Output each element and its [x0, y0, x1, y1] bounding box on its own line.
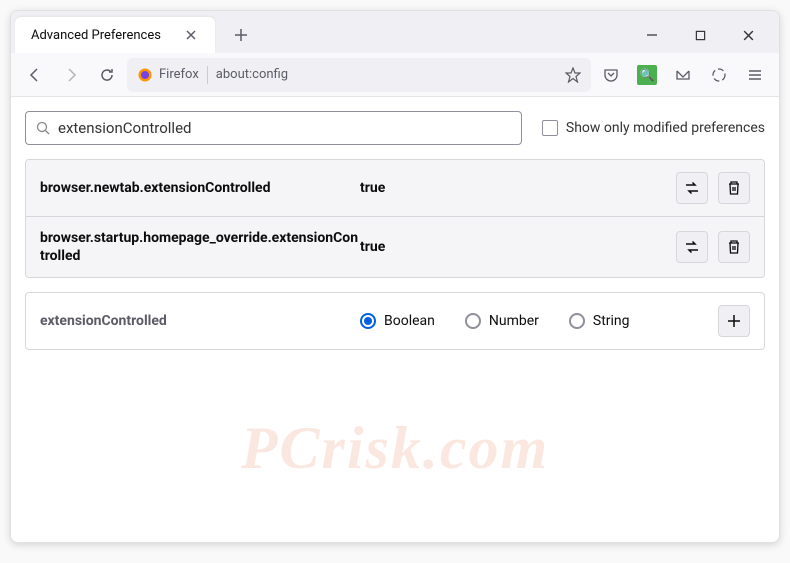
modified-only-toggle: Show only modified preferences — [542, 120, 765, 136]
new-preference-row: extensionControlled Boolean Number Strin… — [25, 292, 765, 350]
delete-button[interactable] — [718, 231, 750, 263]
minimize-button[interactable] — [631, 20, 673, 50]
tab-title: Advanced Preferences — [31, 28, 183, 43]
radio-icon — [569, 313, 585, 329]
account-icon[interactable] — [703, 59, 735, 91]
pref-value: true — [360, 180, 676, 196]
preference-list: browser.newtab.extensionControlled true … — [25, 159, 765, 278]
page-content: Show only modified preferences browser.n… — [11, 97, 779, 542]
radio-number[interactable]: Number — [465, 313, 539, 329]
modified-only-checkbox[interactable] — [542, 120, 558, 136]
pref-name: browser.newtab.extensionControlled — [40, 179, 360, 197]
search-icon — [36, 121, 50, 135]
add-button[interactable] — [718, 305, 750, 337]
identity-label: Firefox — [159, 67, 199, 82]
search-input[interactable] — [58, 119, 511, 137]
back-button[interactable] — [19, 59, 51, 91]
close-window-button[interactable] — [727, 20, 769, 50]
radio-boolean[interactable]: Boolean — [360, 313, 435, 329]
delete-button[interactable] — [718, 172, 750, 204]
browser-window: Advanced Preferences — [10, 10, 780, 543]
extension-icon[interactable]: 🔍 — [631, 59, 663, 91]
preference-row: browser.newtab.extensionControlled true — [26, 160, 764, 217]
type-options: Boolean Number String — [360, 313, 718, 329]
radio-label: Boolean — [384, 313, 435, 329]
search-row: Show only modified preferences — [25, 111, 765, 145]
window-controls — [631, 20, 775, 50]
close-tab-icon[interactable] — [183, 27, 199, 43]
radio-label: Number — [489, 313, 539, 329]
pocket-icon[interactable] — [595, 59, 627, 91]
radio-string[interactable]: String — [569, 313, 630, 329]
inbox-icon[interactable] — [667, 59, 699, 91]
toggle-button[interactable] — [676, 172, 708, 204]
preference-row: browser.startup.homepage_override.extens… — [26, 217, 764, 277]
active-tab[interactable]: Advanced Preferences — [15, 17, 215, 53]
new-pref-name: extensionControlled — [40, 313, 360, 329]
pref-name: browser.startup.homepage_override.extens… — [40, 229, 360, 265]
new-tab-button[interactable] — [225, 19, 257, 51]
url-bar[interactable]: Firefox about:config — [127, 58, 591, 92]
search-box — [25, 111, 522, 145]
modified-only-label: Show only modified preferences — [566, 120, 765, 136]
toggle-button[interactable] — [676, 231, 708, 263]
bookmark-star-icon[interactable] — [565, 67, 581, 83]
radio-icon — [360, 313, 376, 329]
tab-bar: Advanced Preferences — [11, 11, 779, 53]
reload-button[interactable] — [91, 59, 123, 91]
site-identity: Firefox — [137, 67, 199, 83]
menu-button[interactable] — [739, 59, 771, 91]
url-separator — [207, 66, 208, 84]
forward-button[interactable] — [55, 59, 87, 91]
firefox-icon — [137, 67, 153, 83]
toolbar-icons: 🔍 — [595, 59, 771, 91]
maximize-button[interactable] — [679, 20, 721, 50]
navigation-bar: Firefox about:config 🔍 — [11, 53, 779, 97]
pref-value: true — [360, 239, 676, 255]
radio-icon — [465, 313, 481, 329]
radio-label: String — [593, 313, 630, 329]
url-text: about:config — [216, 67, 557, 82]
